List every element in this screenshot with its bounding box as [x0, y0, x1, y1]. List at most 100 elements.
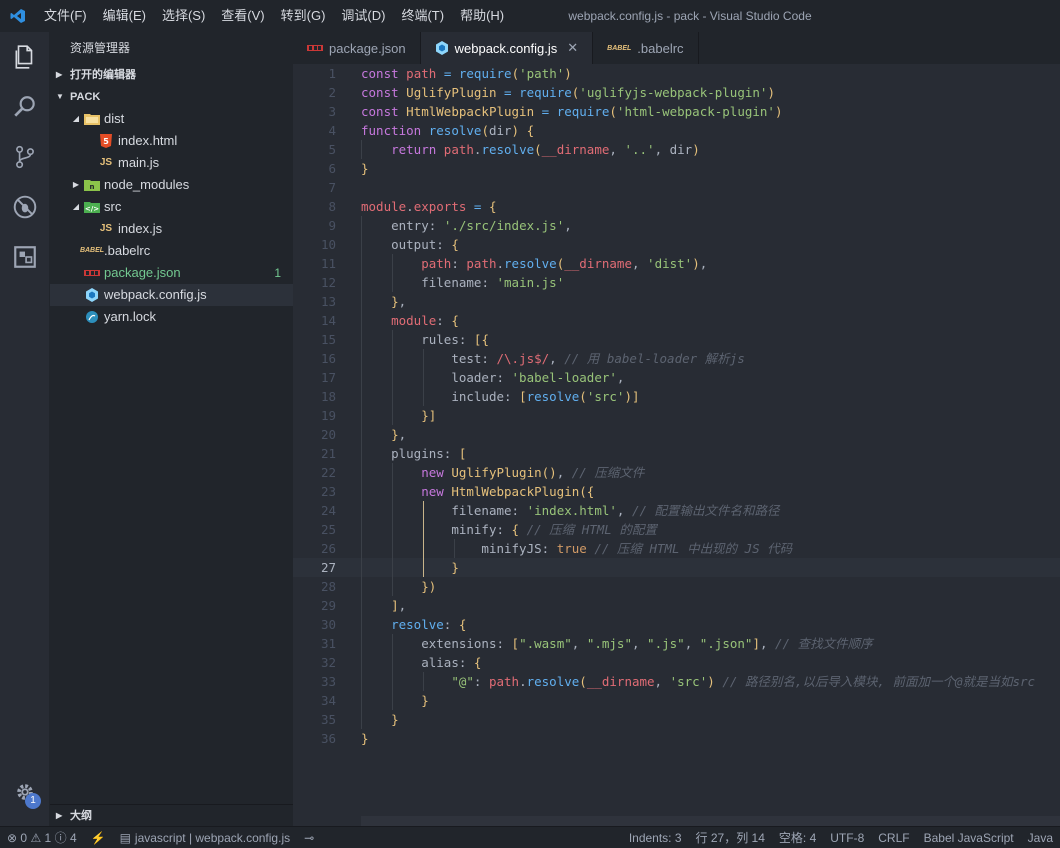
close-icon[interactable]: ✕	[567, 40, 578, 56]
code-line[interactable]: 1 const path = require('path')	[293, 64, 1060, 83]
code-line[interactable]: 3 const HtmlWebpackPlugin = require('html…	[293, 102, 1060, 121]
settings-gear-icon[interactable]: 1	[0, 772, 50, 812]
code-line[interactable]: 18 include: [resolve('src')]	[293, 387, 1060, 406]
tree-folder-node-modules[interactable]: ▶ n node_modules	[50, 174, 293, 196]
tree-folder-dist[interactable]: ◢ dist	[50, 108, 293, 130]
code-line[interactable]: 14 module: {	[293, 311, 1060, 330]
chevron-down-icon: ◢	[72, 114, 80, 123]
folder-open-icon	[82, 111, 102, 127]
files-icon[interactable]	[0, 32, 50, 82]
line-number: 1	[328, 66, 336, 81]
open-editors-section[interactable]: ▶ 打开的编辑器	[50, 64, 293, 86]
menu-go[interactable]: 转到(G)	[273, 0, 334, 32]
code-line[interactable]: 35 }	[293, 710, 1060, 729]
code-line[interactable]: 29 ],	[293, 596, 1060, 615]
code-line[interactable]: 4 function resolve(dir) {	[293, 121, 1060, 140]
code-line[interactable]: 16 test: /\.js$/, // 用 babel-loader 解析js	[293, 349, 1060, 368]
menu-view[interactable]: 查看(V)	[213, 0, 272, 32]
tree-file-yarn-lock[interactable]: yarn.lock	[50, 306, 293, 328]
menu-file[interactable]: 文件(F)	[36, 0, 95, 32]
code-text: include: [resolve('src')]	[451, 389, 640, 404]
breadcrumb-text: javascript | webpack.config.js	[134, 830, 291, 845]
tree-file-index-html[interactable]: 5 index.html	[50, 130, 293, 152]
code-line[interactable]: 22 new UglifyPlugin(), // 压缩文件	[293, 463, 1060, 482]
code-line[interactable]: 11 path: path.resolve(__dirname, 'dist')…	[293, 254, 1060, 273]
status-bar: ⊗ 0 ⚠ 1 ⓘ 4 ⚡ ▤ javascript | webpack.con…	[0, 826, 1060, 848]
code-line[interactable]: 36}	[293, 729, 1060, 748]
extensions-icon[interactable]	[0, 232, 50, 282]
tree-file-index-js[interactable]: JS index.js	[50, 218, 293, 240]
code-line[interactable]: 9 entry: './src/index.js',	[293, 216, 1060, 235]
language-mode[interactable]: Babel JavaScript	[917, 829, 1021, 846]
code-text: test: /\.js$/, // 用 babel-loader 解析js	[451, 351, 745, 366]
search-icon[interactable]	[0, 82, 50, 132]
code-line[interactable]: 28 })	[293, 577, 1060, 596]
code-line[interactable]: 33 "@": path.resolve(__dirname, 'src') /…	[293, 672, 1060, 691]
tree-file-package-json[interactable]: package.json 1	[50, 262, 293, 284]
menu-help[interactable]: 帮助(H)	[452, 0, 512, 32]
git-commit-icon[interactable]: ⊸	[297, 831, 321, 845]
npm-icon	[82, 265, 102, 281]
code-line[interactable]: 25 minify: { // 压缩 HTML 的配置	[293, 520, 1060, 539]
extra-status[interactable]: Java	[1021, 829, 1060, 846]
code-lines[interactable]: 1 const path = require('path') 2 const Ugli…	[293, 64, 1060, 748]
code-line[interactable]: 7	[293, 178, 1060, 197]
code-line[interactable]: 21 plugins: [	[293, 444, 1060, 463]
code-line[interactable]: 13 },	[293, 292, 1060, 311]
source-control-icon[interactable]	[0, 132, 50, 182]
code-line[interactable]: 17 loader: 'babel-loader',	[293, 368, 1060, 387]
code-editor[interactable]: 1 const path = require('path') 2 const Ugli…	[293, 64, 1060, 826]
code-line[interactable]: 12 filename: 'main.js'	[293, 273, 1060, 292]
folder-section[interactable]: ▼ PACK	[50, 86, 293, 108]
code-line[interactable]: 24 filename: 'index.html', // 配置输出文件名和路径	[293, 501, 1060, 520]
code-text: }	[361, 731, 369, 746]
problems-indicator[interactable]: ⊗ 0 ⚠ 1 ⓘ 4	[0, 829, 84, 846]
tree-file-babelrc[interactable]: BABEL .babelrc	[50, 240, 293, 262]
code-line[interactable]: 19 }]	[293, 406, 1060, 425]
code-line[interactable]: 2 const UglifyPlugin = require('uglifyjs-…	[293, 83, 1060, 102]
code-line[interactable]: 5 return path.resolve(__dirname, '..', d…	[293, 140, 1060, 159]
line-number: 34	[320, 693, 336, 708]
menu-debug[interactable]: 调试(D)	[333, 0, 393, 32]
code-text: },	[391, 427, 407, 442]
code-line[interactable]: 34 }	[293, 691, 1060, 710]
encoding-status[interactable]: UTF-8	[823, 829, 871, 846]
code-line[interactable]: 23 new HtmlWebpackPlugin({	[293, 482, 1060, 501]
code-line[interactable]: 6}	[293, 159, 1060, 178]
tree-file-webpack-config[interactable]: webpack.config.js	[50, 284, 293, 306]
cursor-position[interactable]: 行 27，列 14	[689, 829, 772, 846]
tab-webpack-config[interactable]: webpack.config.js ✕	[420, 32, 594, 64]
tab-babelrc[interactable]: BABEL .babelrc	[593, 32, 699, 64]
spaces-status[interactable]: 空格: 4	[772, 829, 823, 846]
code-line[interactable]: 30 resolve: {	[293, 615, 1060, 634]
code-line[interactable]: 32 alias: {	[293, 653, 1060, 672]
tab-label: package.json	[329, 40, 406, 56]
menu-terminal[interactable]: 终端(T)	[393, 0, 452, 32]
tree-file-main-js[interactable]: JS main.js	[50, 152, 293, 174]
outline-section[interactable]: ▶ 大纲	[50, 804, 293, 826]
eol-status[interactable]: CRLF	[871, 829, 916, 846]
indentation-status[interactable]: Indents: 3	[622, 829, 689, 846]
horizontal-scrollbar[interactable]	[361, 816, 1060, 826]
code-line[interactable]: 27 }	[293, 558, 1060, 577]
breadcrumb-status[interactable]: ▤ javascript | webpack.config.js	[113, 831, 298, 845]
tab-package-json[interactable]: package.json	[293, 32, 421, 64]
code-text: function resolve(dir) {	[361, 123, 535, 138]
code-text: minify: { // 压缩 HTML 的配置	[451, 522, 657, 537]
svg-text:5: 5	[103, 137, 109, 146]
code-line[interactable]: 20 },	[293, 425, 1060, 444]
menu-edit[interactable]: 编辑(E)	[95, 0, 154, 32]
debug-icon[interactable]	[0, 182, 50, 232]
code-line[interactable]: 8 module.exports = {	[293, 197, 1060, 216]
code-line[interactable]: 15 rules: [{	[293, 330, 1060, 349]
lightning-icon[interactable]: ⚡	[84, 831, 113, 845]
line-number: 26	[320, 541, 336, 556]
line-number: 13	[320, 294, 336, 309]
code-line[interactable]: 10 output: {	[293, 235, 1060, 254]
menu-selection[interactable]: 选择(S)	[154, 0, 213, 32]
tree-item-label: dist	[104, 111, 125, 126]
code-line[interactable]: 31 extensions: [".wasm", ".mjs", ".js", …	[293, 634, 1060, 653]
line-number: 33	[320, 674, 336, 689]
code-line[interactable]: 26 minifyJS: true // 压缩 HTML 中出现的 JS 代码	[293, 539, 1060, 558]
tree-folder-src[interactable]: ◢ </> src	[50, 196, 293, 218]
